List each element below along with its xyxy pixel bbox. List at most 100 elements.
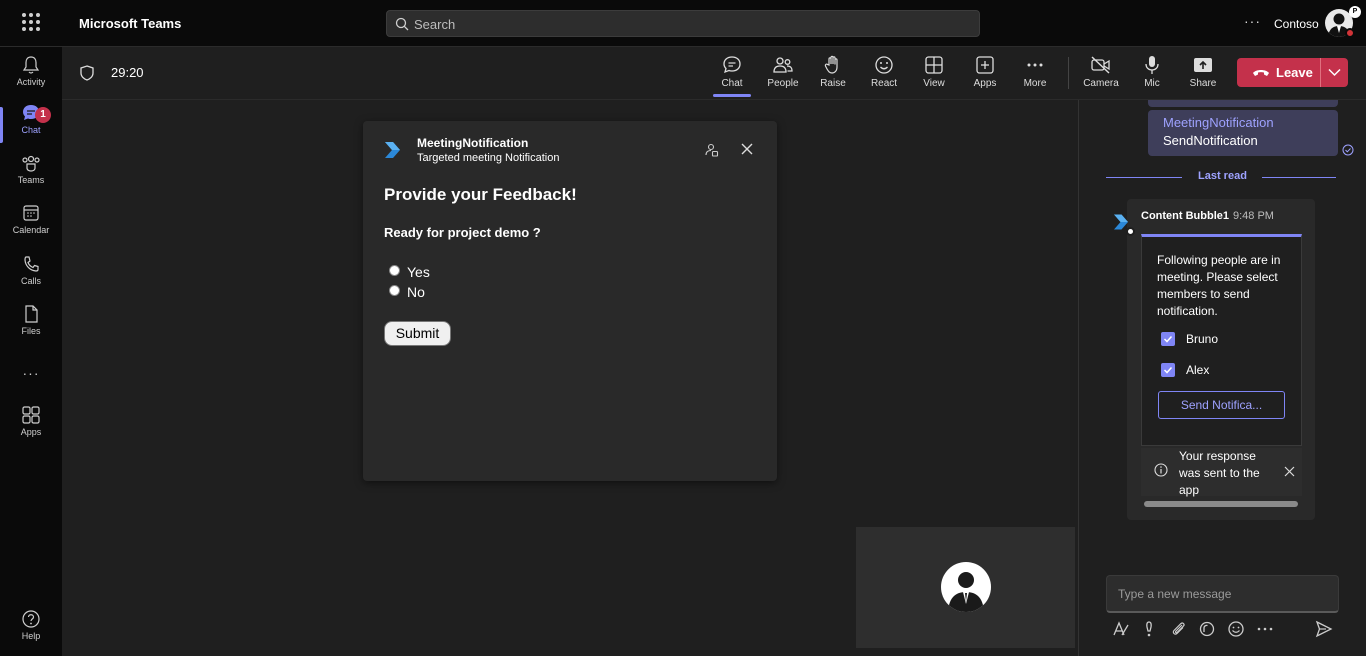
attach-icon[interactable]	[1170, 620, 1188, 638]
radio-yes[interactable]	[389, 265, 400, 276]
toolbar-raise-button[interactable]: Raise	[808, 55, 858, 89]
radio-yes-label[interactable]: Yes	[407, 264, 430, 280]
emoji-icon[interactable]	[1227, 620, 1245, 638]
toolbar-react-button[interactable]: React	[859, 55, 909, 89]
check-icon	[1163, 366, 1173, 374]
format-icon[interactable]	[1112, 620, 1130, 638]
rail-item-more[interactable]: ···	[0, 365, 62, 409]
chat-message-sent[interactable]: MeetingNotification SendNotification	[1148, 110, 1338, 156]
rail-item-calendar[interactable]: Calendar	[0, 203, 62, 247]
title-bar: Microsoft Teams Search ··· Contoso P	[0, 0, 1366, 47]
message-bubble-previous	[1148, 100, 1338, 107]
rail-label: Files	[21, 326, 41, 336]
message-text: SendNotification	[1163, 133, 1258, 148]
checkbox-alex-label[interactable]: Alex	[1186, 363, 1209, 377]
radio-no-label[interactable]: No	[407, 284, 425, 300]
close-icon[interactable]	[1284, 466, 1295, 477]
toolbar-view-button[interactable]: View	[909, 55, 959, 89]
priority-icon[interactable]	[1142, 620, 1156, 638]
toolbar-label: People	[767, 78, 799, 89]
toolbar-label: Share	[1189, 78, 1217, 89]
bot-logo-icon	[1114, 214, 1128, 230]
leave-button[interactable]: Leave	[1237, 58, 1348, 87]
rail-label: Help	[21, 631, 41, 641]
search-box[interactable]: Search	[386, 10, 980, 37]
hand-icon	[824, 55, 838, 74]
checkbox-bruno[interactable]	[1161, 332, 1175, 346]
bot-message-bubble: Content Bubble1 9:48 PM Following people…	[1127, 199, 1315, 520]
toolbar-more-button[interactable]: More	[1010, 55, 1060, 89]
card-horizontal-scrollbar[interactable]	[1144, 501, 1298, 507]
radio-no[interactable]	[389, 285, 400, 296]
help-icon	[22, 610, 40, 628]
feedback-question: Ready for project demo ?	[384, 225, 541, 240]
toolbar-label: More	[1023, 78, 1047, 89]
compose-placeholder: Type a new message	[1118, 587, 1232, 601]
file-icon	[25, 305, 38, 323]
chevron-down-icon[interactable]	[1328, 68, 1341, 77]
mic-icon	[1145, 56, 1159, 74]
toolbar-share-button[interactable]: Share	[1178, 55, 1228, 89]
toolbar-label: Apps	[973, 78, 997, 89]
toolbar-people-button[interactable]: People	[758, 55, 808, 89]
rail-item-apps[interactable]: Apps	[0, 405, 62, 449]
response-text: Your response was sent to the app	[1179, 449, 1260, 497]
toolbar-label: Mic	[1144, 78, 1160, 89]
toolbar-apps-button[interactable]: Apps	[960, 55, 1010, 89]
close-icon[interactable]	[740, 142, 754, 156]
checkbox-alex[interactable]	[1161, 363, 1175, 377]
search-icon	[395, 17, 409, 31]
card-text: Following people are in meeting. Please …	[1157, 253, 1281, 318]
settings-more-button[interactable]: ···	[1244, 13, 1261, 29]
leave-divider	[1320, 58, 1321, 87]
avatar-badge: P	[1349, 6, 1361, 18]
loop-icon[interactable]	[1198, 620, 1216, 638]
smile-icon	[875, 56, 893, 74]
app-logo-icon	[385, 142, 400, 158]
org-name[interactable]: Contoso	[1274, 17, 1319, 31]
rail-item-activity[interactable]: Activity	[0, 55, 62, 99]
apps-icon	[22, 406, 40, 424]
person-lock-icon[interactable]	[705, 143, 719, 157]
more-options-icon[interactable]	[1256, 620, 1274, 638]
app-rail: Activity Chat 1 Teams Calendar Calls Fil…	[0, 47, 62, 656]
message-time: 9:48 PM	[1233, 210, 1274, 222]
dialog-title: MeetingNotification	[417, 136, 529, 150]
rail-item-calls[interactable]: Calls	[0, 254, 62, 298]
bell-icon	[22, 56, 40, 74]
toolbar-camera-button[interactable]: Camera	[1076, 55, 1126, 89]
send-notification-button[interactable]: Send Notifica...	[1158, 391, 1285, 419]
search-placeholder: Search	[414, 17, 456, 32]
unread-badge: 1	[35, 107, 51, 123]
rail-item-help[interactable]: Help	[0, 609, 62, 653]
last-read-divider-right	[1262, 177, 1336, 178]
bot-name: Content Bubble1	[1141, 210, 1229, 222]
rail-item-teams[interactable]: Teams	[0, 153, 62, 197]
toolbar-chat-button[interactable]: Chat	[707, 55, 757, 97]
presence-status-icon	[1345, 28, 1355, 38]
rail-label: Chat	[21, 125, 41, 135]
send-icon[interactable]	[1315, 620, 1333, 638]
response-toast: Your response was sent to the app	[1141, 448, 1302, 497]
people-icon	[773, 57, 793, 73]
rail-item-chat[interactable]: Chat 1	[0, 103, 62, 147]
chat-icon	[723, 56, 741, 74]
toolbar-divider	[1068, 57, 1069, 89]
feedback-heading: Provide your Feedback!	[384, 185, 577, 204]
info-icon	[1154, 463, 1168, 477]
presence-dot	[1126, 227, 1135, 236]
toolbar-mic-button[interactable]: Mic	[1127, 55, 1177, 89]
self-video-tile[interactable]	[856, 527, 1075, 648]
checkbox-bruno-label[interactable]: Bruno	[1186, 332, 1218, 346]
grid-icon	[925, 56, 943, 74]
app-launcher-icon[interactable]	[22, 13, 40, 31]
phone-icon	[24, 256, 39, 272]
rail-label: Apps	[20, 427, 42, 437]
shield-icon[interactable]	[80, 65, 94, 81]
compose-box[interactable]: Type a new message	[1106, 575, 1339, 613]
read-receipt-icon	[1342, 144, 1354, 156]
message-mention[interactable]: MeetingNotification	[1163, 115, 1274, 130]
rail-item-files[interactable]: Files	[0, 304, 62, 348]
submit-button[interactable]: Submit	[384, 321, 451, 346]
toolbar-label: Camera	[1083, 78, 1119, 89]
